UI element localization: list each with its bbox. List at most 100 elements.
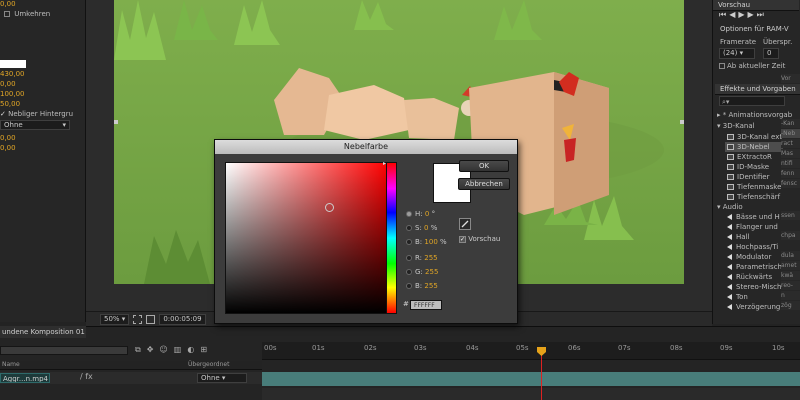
framerate-dropdown[interactable]: (24) ▾ <box>719 48 755 59</box>
tree-item-audio-8[interactable]: Ton <box>727 292 748 302</box>
tree-3d-channel[interactable]: ▾ 3D-Kanal <box>717 121 755 131</box>
tree-item-audio-6[interactable]: Rückwärts <box>727 272 772 282</box>
ab-aktueller-zeit-row[interactable]: Ab aktueller Zeit <box>719 62 785 70</box>
nebliger-hintergrund-row[interactable]: ✓ Nebliger Hintergru <box>0 110 73 120</box>
s-field-row[interactable]: S: 0 % <box>406 223 437 234</box>
hue-arrow-left-icon[interactable]: ▸ <box>383 160 386 167</box>
r-field-row[interactable]: R: 255 <box>406 253 438 264</box>
strip-item-3[interactable]: ract <box>781 139 800 148</box>
grid-icon[interactable] <box>146 315 156 324</box>
layer-row[interactable]: Aggr...n.mp4 / fx Ohne ▾ <box>0 372 262 384</box>
strip-item-5[interactable]: ntifi <box>781 159 800 168</box>
radio-b[interactable] <box>406 239 412 245</box>
strip-item-14[interactable]: n <box>781 291 800 300</box>
time-ruler[interactable]: 00s 01s 02s 03s 04s 05s 06s 07s 08s 09s … <box>262 342 800 360</box>
strip-item-6[interactable]: fenn <box>781 169 800 178</box>
next-frame-icon[interactable]: ▶ <box>748 10 757 19</box>
value-3[interactable]: 100,00 <box>0 90 25 100</box>
strip-item-11[interactable]: amet <box>781 261 800 270</box>
timeline-switch-icons[interactable]: ⧉✥☺▥◐⊞ <box>135 345 213 355</box>
h-field-row[interactable]: H: 0 ° <box>406 209 435 220</box>
effects-panel-header[interactable]: Effekte und Vorgaben <box>715 84 800 95</box>
radio-r[interactable] <box>406 255 412 261</box>
tree-item-3d-5[interactable]: Tiefenmaske <box>727 182 781 192</box>
tree-item-3d-1-selected[interactable]: 3D-Nebel <box>725 142 783 152</box>
strip-item-15[interactable]: zög <box>781 301 800 310</box>
timecode[interactable]: 0:00:05:09 <box>159 314 206 325</box>
parent-dropdown[interactable]: Ohne ▾ <box>197 373 247 383</box>
saturation-brightness-field[interactable] <box>225 162 389 314</box>
ram-options-label[interactable]: Optionen für RAM-V <box>720 25 789 33</box>
shy-icon[interactable]: ☺ <box>159 345 173 354</box>
draft-3d-icon[interactable]: ✥ <box>147 345 160 354</box>
s-value[interactable]: 0 <box>424 224 428 232</box>
strip-item-13[interactable]: reo- <box>781 281 800 290</box>
g-value[interactable]: 255 <box>425 268 438 276</box>
checkbox-icon[interactable] <box>719 63 725 69</box>
fx-switch-icon[interactable]: / fx <box>80 372 93 381</box>
roi-icon[interactable] <box>133 315 143 324</box>
checkbox-checked-icon[interactable]: ✓ <box>459 235 466 243</box>
tree-item-audio-4[interactable]: Modulator <box>727 252 771 262</box>
picker-cursor[interactable] <box>325 203 334 212</box>
tree-item-audio-7[interactable]: Stereo-Misch <box>727 282 781 292</box>
blue-value[interactable]: 255 <box>424 282 437 290</box>
last-frame-icon[interactable]: ⏭ <box>757 10 767 19</box>
blue-field-row[interactable]: B: 255 <box>406 281 438 292</box>
b-value[interactable]: 100 <box>424 238 437 246</box>
strip-item-8[interactable]: ssen <box>781 211 800 220</box>
tree-item-3d-2[interactable]: EXtractoR <box>727 152 772 162</box>
radio-blue[interactable] <box>406 283 412 289</box>
tree-item-3d-3[interactable]: ID-Maske <box>727 162 769 172</box>
zoom-dropdown[interactable]: 50% ▾ <box>100 314 130 325</box>
hex-input[interactable]: FFFFFF <box>410 300 442 310</box>
timeline-tab[interactable]: undene Komposition 01 <box>0 326 86 338</box>
layer-track-bar[interactable] <box>262 372 800 386</box>
radio-g[interactable] <box>406 269 412 275</box>
cancel-button[interactable]: Abbrechen <box>458 178 510 190</box>
tree-item-3d-0[interactable]: 3D-Kanal ext <box>727 132 782 142</box>
tree-item-audio-1[interactable]: Flanger und <box>727 222 778 232</box>
b-field-row[interactable]: B: 100 % <box>406 237 447 248</box>
value-6[interactable]: 0,00 <box>0 144 16 154</box>
motion-blur-icon[interactable]: ◐ <box>187 345 200 354</box>
tree-item-audio-9[interactable]: Verzögerung <box>727 302 780 312</box>
layer-name[interactable]: Aggr...n.mp4 <box>0 373 50 383</box>
comp-mini-icon[interactable]: ⧉ <box>135 345 147 354</box>
value-2[interactable]: 0,00 <box>0 80 16 90</box>
umkehren-row[interactable]: Umkehren <box>4 10 50 20</box>
play-icon[interactable]: ▶ <box>738 10 747 19</box>
search-input[interactable]: ⌕▾ <box>719 96 785 106</box>
prev-frame-icon[interactable]: ◀ <box>729 10 738 19</box>
tree-item-audio-0[interactable]: Bässe und H <box>727 212 780 222</box>
strip-item-0[interactable]: Vor <box>781 74 800 83</box>
strip-item-2[interactable]: -Neb <box>781 129 800 138</box>
g-field-row[interactable]: G: 255 <box>406 267 438 278</box>
ohne-dropdown[interactable]: Ohne ▾ <box>0 120 70 130</box>
r-value[interactable]: 255 <box>424 254 437 262</box>
vorschau-checkbox-row[interactable]: ✓ Vorschau <box>459 235 500 243</box>
value-0[interactable]: 0,00 <box>0 0 16 10</box>
tree-audio[interactable]: ▾ Audio <box>717 202 743 212</box>
dialog-title[interactable]: Nebelfarbe <box>215 140 517 154</box>
playback-controls[interactable]: ⏮◀▶▶⏭ <box>719 10 767 20</box>
tree-item-audio-5[interactable]: Parametrisch <box>727 262 782 272</box>
eyedropper-icon[interactable] <box>459 218 471 230</box>
timeline-search[interactable] <box>0 346 128 355</box>
tree-item-audio-2[interactable]: Hall <box>727 232 749 242</box>
strip-item-4[interactable]: Mas <box>781 149 800 158</box>
checkbox-icon[interactable] <box>4 11 10 17</box>
strip-item-12[interactable]: kwä <box>781 271 800 280</box>
strip-item-9[interactable]: chpa <box>781 231 800 240</box>
value-1[interactable]: 430,00 <box>0 70 25 80</box>
first-frame-icon[interactable]: ⏮ <box>719 10 729 19</box>
value-4[interactable]: 50,00 <box>0 100 20 110</box>
tree-item-3d-6[interactable]: Tiefenschärf <box>727 192 780 202</box>
strip-item-7[interactable]: fensc <box>781 179 800 188</box>
h-value[interactable]: 0 <box>425 210 429 218</box>
value-5[interactable]: 0,00 <box>0 134 16 144</box>
radio-s[interactable] <box>406 225 412 231</box>
strip-item-10[interactable]: dula <box>781 251 800 260</box>
strip-item-1[interactable]: -Kan <box>781 119 800 128</box>
graph-editor-icon[interactable]: ⊞ <box>200 345 213 354</box>
